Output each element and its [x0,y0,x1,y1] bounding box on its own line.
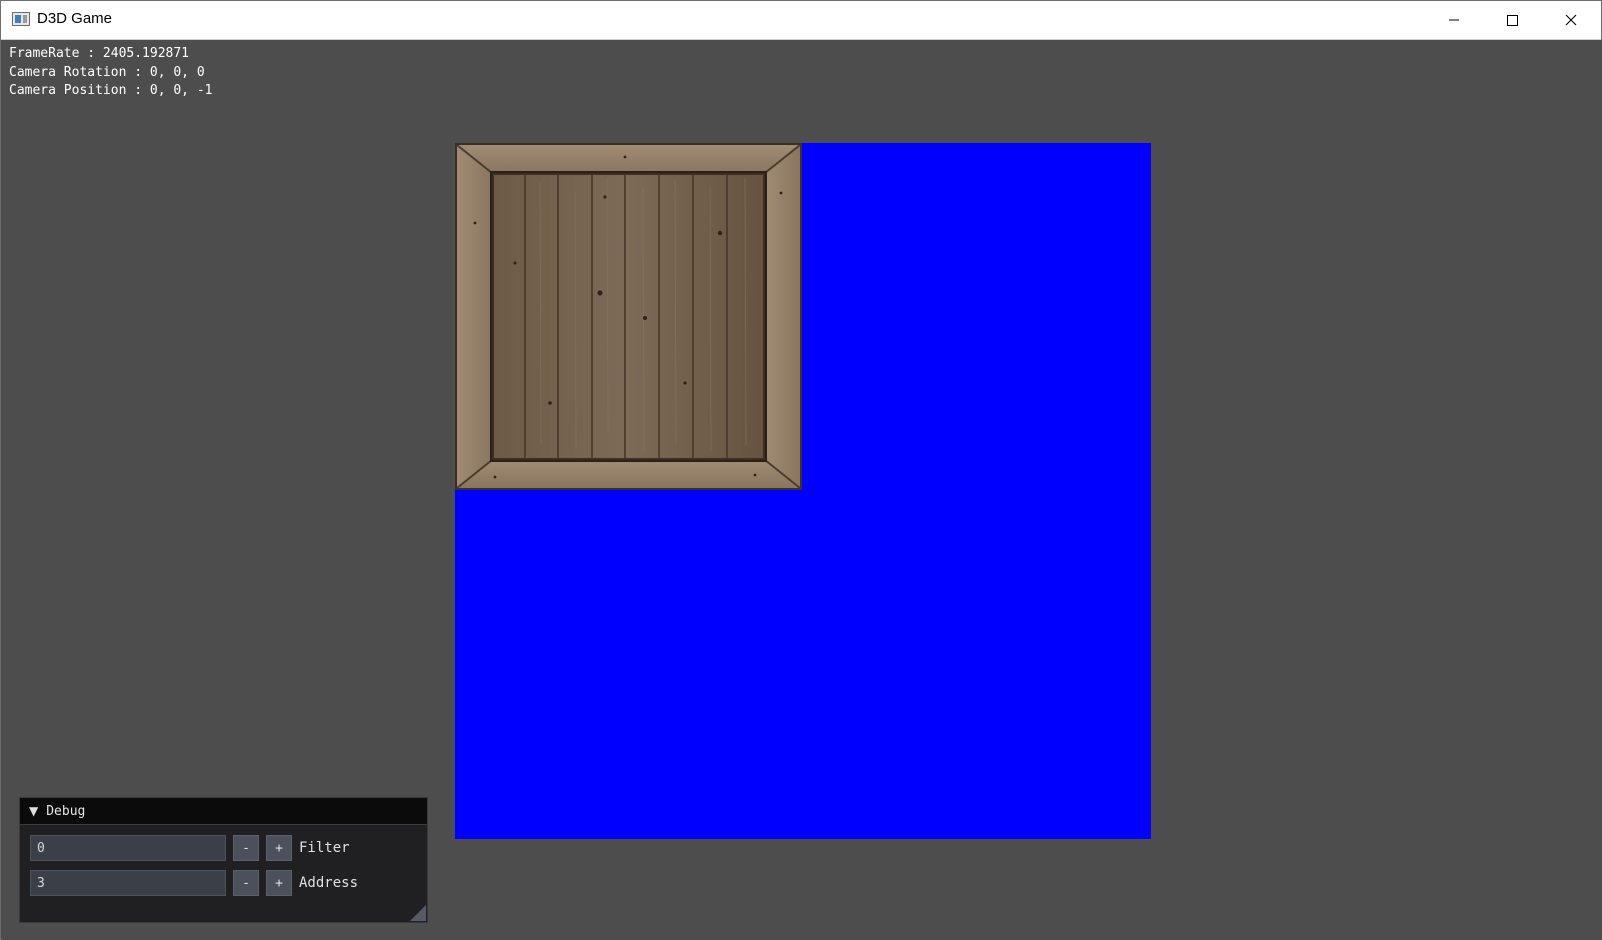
debug-panel-title: Debug [46,803,86,819]
window-title: D3D Game [37,10,113,27]
close-button[interactable] [1542,1,1600,39]
filter-row: 0 - + Filter [30,834,350,862]
filter-decrement-button[interactable]: - [233,835,259,861]
app-icon [12,12,30,26]
maximize-button[interactable] [1483,1,1541,39]
address-increment-button[interactable]: + [266,870,292,896]
render-viewport[interactable]: FrameRate : 2405.192871 Camera Rotation :… [2,40,1602,940]
filter-label: Filter [299,840,350,856]
title-bar[interactable]: D3D Game [1,1,1601,40]
camera-rotation-text: Camera Rotation : 0, 0, 0 [9,64,205,80]
app-window: D3D Game FrameRate : 2405.192871 Camera R… [0,0,1602,940]
debug-panel: ▼ Debug 0 - + Filter 3 - + Address [19,797,428,923]
maximize-icon [1507,15,1518,26]
minimize-icon [1449,19,1459,21]
wooden-crate-texture [455,143,802,490]
stats-overlay: FrameRate : 2405.192871 Camera Rotation :… [9,45,213,101]
minimize-button[interactable] [1425,1,1483,39]
framerate-text: FrameRate : 2405.192871 [9,46,190,61]
address-decrement-button[interactable]: - [233,870,259,896]
filter-input[interactable]: 0 [30,835,226,861]
collapse-triangle-icon[interactable]: ▼ [29,804,38,818]
filter-increment-button[interactable]: + [266,835,292,861]
address-row: 3 - + Address [30,869,358,897]
debug-panel-header[interactable]: ▼ Debug [20,798,427,825]
resize-grip[interactable] [410,905,426,921]
address-label: Address [299,875,359,891]
address-input[interactable]: 3 [30,870,226,896]
camera-position-text: Camera Position : 0, 0, -1 [9,83,213,98]
close-icon [1565,14,1577,26]
